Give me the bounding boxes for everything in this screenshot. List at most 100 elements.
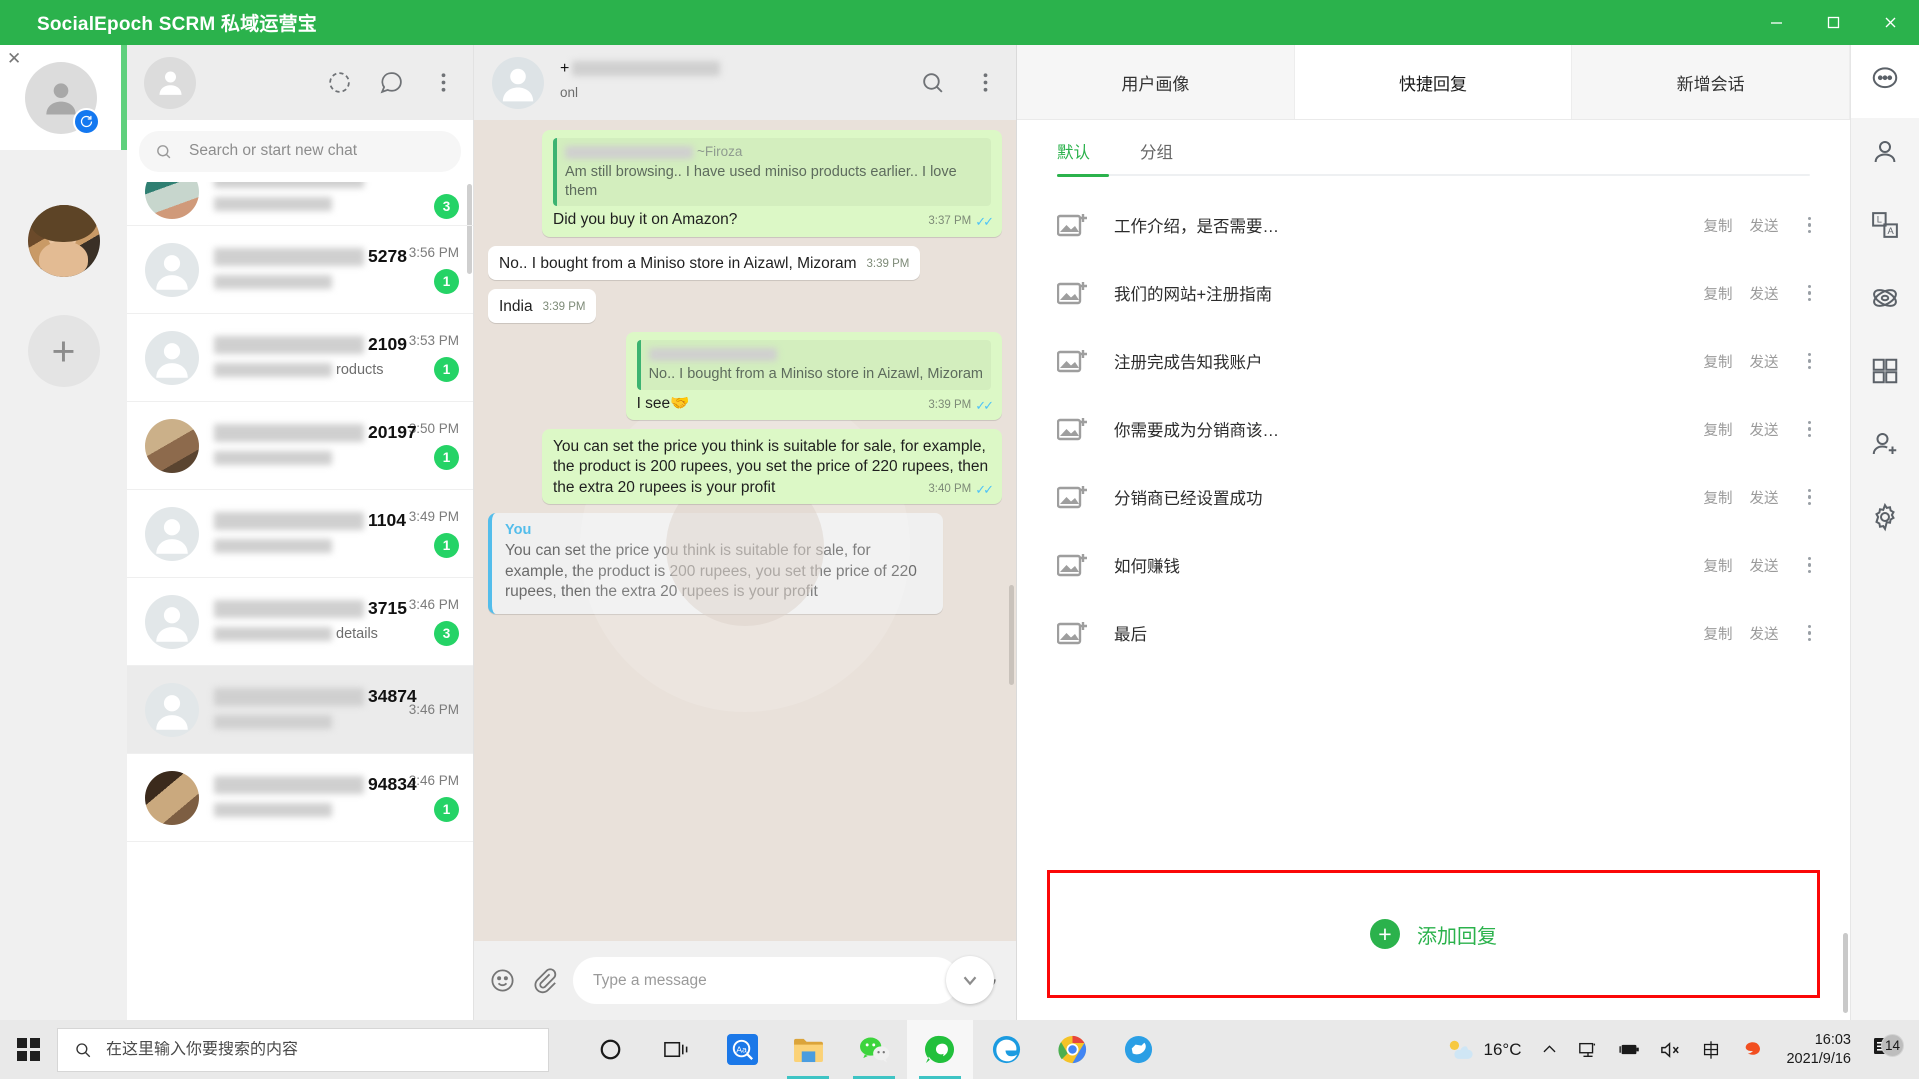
clock-widget[interactable]: 16:03 2021/9/16 [1772, 1031, 1865, 1068]
copy-button[interactable]: 复制 [1704, 555, 1733, 576]
chat-list-item[interactable]: 5278 3:56 PM 1 [127, 226, 473, 314]
pinned-reply-card[interactable]: You You can set the price you think is su… [488, 512, 943, 615]
conversation-scrollbar[interactable] [1009, 585, 1014, 685]
menu-icon[interactable] [431, 70, 456, 95]
send-button[interactable]: 发送 [1750, 283, 1779, 304]
rail-gear-icon[interactable] [1851, 483, 1919, 556]
more-options-icon[interactable] [1804, 417, 1816, 442]
translator-icon[interactable]: Aa [709, 1020, 775, 1079]
send-button[interactable]: 发送 [1750, 623, 1779, 644]
chat-list-items[interactable]: 3 5278 3:56 PM 1 2109 roducts 3:53 PM 1 20197 3:5… [127, 182, 473, 1020]
send-button[interactable]: 发送 [1750, 487, 1779, 508]
copy-button[interactable]: 复制 [1704, 283, 1733, 304]
copy-button[interactable]: 复制 [1704, 487, 1733, 508]
avatar[interactable] [144, 56, 196, 109]
battery-icon[interactable] [1608, 1020, 1650, 1079]
crm-tab-1[interactable]: 快捷回复 [1294, 45, 1573, 119]
new-chat-icon[interactable] [379, 70, 404, 95]
start-button[interactable] [0, 1020, 57, 1079]
bird-app-icon[interactable] [1105, 1020, 1171, 1079]
outgoing-message[interactable]: ~Firoza Am still browsing.. I have used m… [542, 130, 1002, 237]
quick-reply-item[interactable]: 最后 复制 发送 [1017, 599, 1850, 667]
sub-tab-default[interactable]: 默认 [1057, 126, 1090, 180]
copy-button[interactable]: 复制 [1704, 419, 1733, 440]
avatar[interactable] [492, 56, 544, 109]
cortana-icon[interactable] [577, 1020, 643, 1079]
sogou-icon[interactable] [1731, 1020, 1772, 1079]
quick-reply-item[interactable]: 工作介绍，是否需要… 复制 发送 [1017, 191, 1850, 259]
chat-list-item[interactable]: 20197 3:50 PM 1 [127, 402, 473, 490]
message-input-box[interactable] [573, 957, 959, 1004]
quick-reply-item[interactable]: 注册完成告知我账户 复制 发送 [1017, 327, 1850, 395]
rail-translate-icon[interactable]: LA [1851, 191, 1919, 264]
incoming-message[interactable]: India 3:39 PM [488, 288, 597, 324]
more-options-icon[interactable] [1804, 553, 1816, 578]
add-account-button[interactable]: + [27, 315, 100, 387]
more-options-icon[interactable] [1804, 485, 1816, 510]
crm-tab-0[interactable]: 用户画像 [1017, 45, 1295, 119]
send-button[interactable]: 发送 [1750, 555, 1779, 576]
message-area[interactable]: ~Firoza Am still browsing.. I have used m… [474, 120, 1016, 941]
rail-grid-icon[interactable] [1851, 337, 1919, 410]
volume-muted-icon[interactable] [1650, 1020, 1691, 1079]
rail-chat-bubble-icon[interactable] [1850, 45, 1919, 118]
quick-reply-item[interactable]: 分销商已经设置成功 复制 发送 [1017, 463, 1850, 531]
close-button[interactable] [1862, 0, 1919, 45]
crm-tab-bar[interactable]: 用户画像 快捷回复 新增会话 [1017, 45, 1851, 120]
close-icon[interactable]: ✕ [7, 49, 21, 69]
minimize-button[interactable] [1748, 0, 1805, 45]
chat-list-item[interactable]: 3715 details 3:46 PM 3 [127, 578, 473, 666]
taskbar-search-input[interactable] [106, 1040, 532, 1059]
task-view-icon[interactable] [643, 1020, 709, 1079]
file-explorer-icon[interactable] [775, 1020, 841, 1079]
add-reply-button[interactable]: + 添加回复 [1370, 919, 1497, 949]
rail-atom-icon[interactable] [1851, 264, 1919, 337]
quick-reply-item[interactable]: 你需要成为分销商该… 复制 发送 [1017, 395, 1850, 463]
notifications-button[interactable]: 14 [1865, 1034, 1911, 1064]
message-input[interactable] [593, 971, 939, 990]
quick-reply-list[interactable]: 工作介绍，是否需要… 复制 发送 我们的网站+注册指南 复制 发送 注册完成告知我账户 复制发… [1017, 185, 1850, 870]
copy-button[interactable]: 复制 [1704, 351, 1733, 372]
chat-list-item[interactable]: 3 [127, 182, 473, 226]
search-box[interactable] [139, 130, 461, 172]
chevron-up-icon[interactable] [1531, 1020, 1568, 1079]
send-button[interactable]: 发送 [1750, 351, 1779, 372]
active-account[interactable]: ✕ [0, 45, 127, 150]
send-button[interactable]: 发送 [1750, 215, 1779, 236]
edge-icon[interactable] [973, 1020, 1039, 1079]
menu-icon[interactable] [973, 70, 998, 95]
attach-icon[interactable] [531, 967, 558, 994]
scroll-to-bottom-button[interactable] [946, 956, 994, 1004]
taskbar-search-box[interactable] [57, 1027, 549, 1072]
network-icon[interactable] [1568, 1020, 1608, 1079]
send-button[interactable]: 发送 [1750, 419, 1779, 440]
weather-widget[interactable]: 16°C [1431, 1037, 1532, 1063]
outgoing-message[interactable]: No.. I bought from a Miniso store in Aiz… [625, 332, 1002, 421]
wechat-icon[interactable] [841, 1020, 907, 1079]
tool-icon-rail[interactable]: LA [1850, 45, 1919, 1020]
copy-button[interactable]: 复制 [1704, 623, 1733, 644]
chat-list-item[interactable]: 1104 3:49 PM 1 [127, 490, 473, 578]
copy-button[interactable]: 复制 [1704, 215, 1733, 236]
more-options-icon[interactable] [1804, 213, 1816, 238]
crm-tab-2[interactable]: 新增会话 [1572, 45, 1851, 119]
crm-sub-tab-bar[interactable]: 默认 分组 [1017, 120, 1850, 185]
quick-reply-item[interactable]: 如何赚钱 复制 发送 [1017, 531, 1850, 599]
rail-person-icon[interactable] [1851, 118, 1919, 191]
account-avatar-photo[interactable] [27, 205, 100, 277]
emoji-icon[interactable] [489, 967, 516, 994]
more-options-icon[interactable] [1804, 349, 1816, 374]
quick-reply-item[interactable]: 我们的网站+注册指南 复制 发送 [1017, 259, 1850, 327]
more-options-icon[interactable] [1804, 621, 1816, 646]
ime-icon[interactable] [1691, 1020, 1731, 1079]
chat-list-item[interactable]: 34874 3:46 PM [127, 666, 473, 754]
status-ring-icon[interactable] [327, 70, 352, 95]
more-options-icon[interactable] [1804, 281, 1816, 306]
outgoing-message[interactable]: You can set the price you think is suita… [542, 429, 1002, 504]
search-icon[interactable] [920, 70, 945, 95]
sub-tab-group[interactable]: 分组 [1140, 126, 1173, 180]
chat-list-item[interactable]: 2109 roducts 3:53 PM 1 [127, 314, 473, 402]
search-input[interactable] [189, 142, 445, 160]
rail-add-person-icon[interactable] [1851, 410, 1919, 483]
maximize-button[interactable] [1805, 0, 1862, 45]
